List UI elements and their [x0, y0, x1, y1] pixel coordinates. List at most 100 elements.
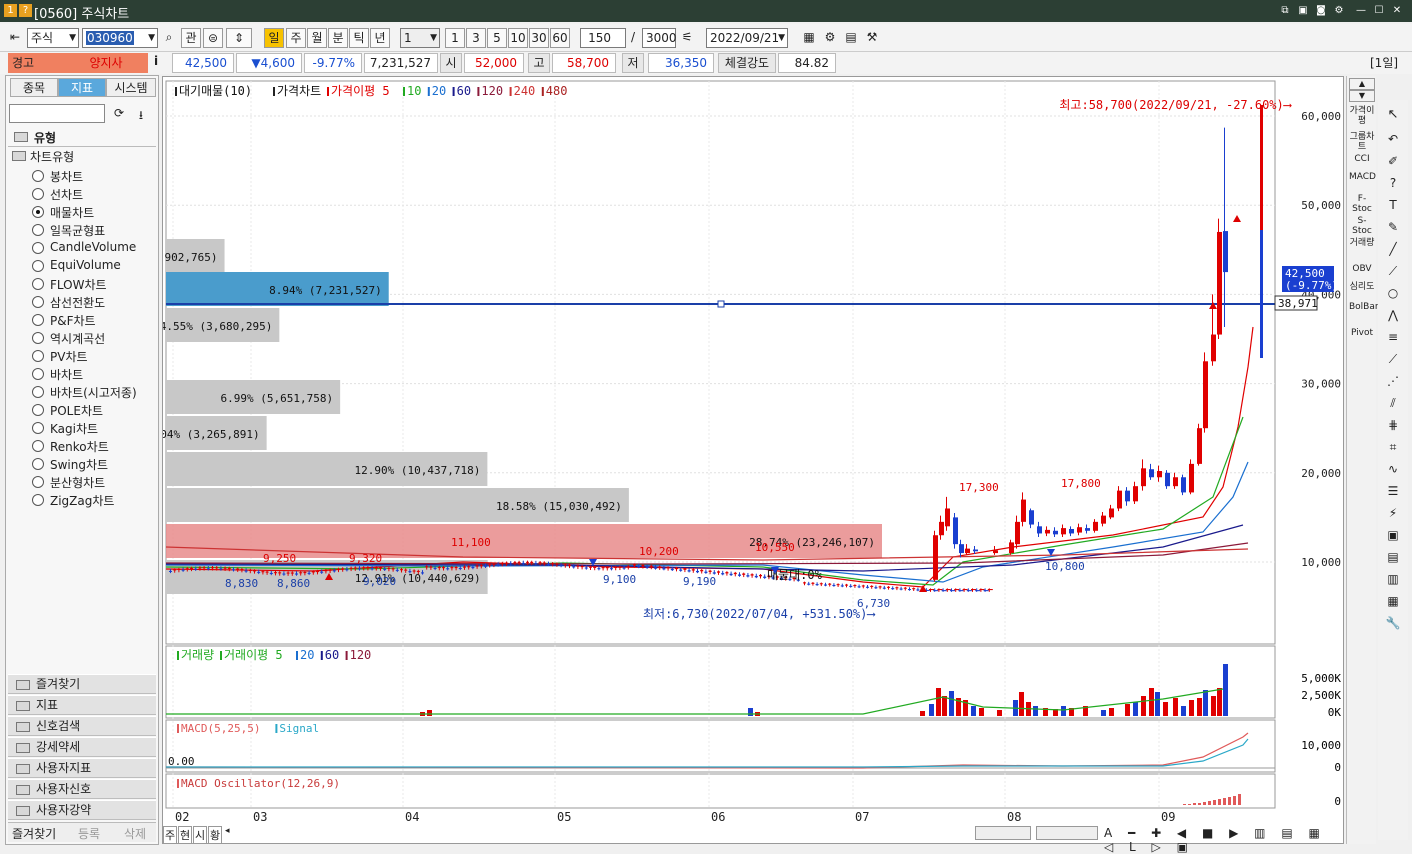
count-input[interactable]: 150	[580, 28, 626, 48]
period-week[interactable]: 주	[286, 28, 306, 48]
wave-icon[interactable]: ⋀	[1380, 309, 1406, 321]
chart-type-radio[interactable]	[32, 314, 44, 326]
tab-scroll-left-icon[interactable]: ◂	[225, 826, 237, 836]
interval-5[interactable]: 5	[487, 28, 507, 48]
auto-icon[interactable]: ⚡	[1380, 507, 1406, 519]
stock-name[interactable]: 양지사	[64, 53, 148, 73]
chart-type-radio[interactable]	[32, 404, 44, 416]
folder-item[interactable]: 사용자강약	[8, 800, 156, 820]
indicator-tool[interactable]: 심리도	[1349, 282, 1375, 292]
gwan-button[interactable]: 관	[181, 28, 201, 48]
period-day[interactable]: 일	[264, 28, 284, 48]
chart-type-radio[interactable]	[32, 260, 44, 272]
eraser-icon[interactable]: ✐	[1380, 155, 1406, 167]
doc-icon[interactable]: ▤	[1380, 551, 1406, 563]
interval-select[interactable]: 1 ▼	[400, 28, 440, 48]
tile-icon[interactable]: ⧉	[1278, 4, 1292, 18]
chart-type-radio[interactable]	[32, 224, 44, 236]
folder-item[interactable]: 강세약세	[8, 737, 156, 757]
first-icon[interactable]: ⇤	[6, 28, 24, 48]
fibo-icon[interactable]: ≡	[1380, 331, 1406, 343]
chart-type-radio[interactable]	[32, 242, 44, 254]
interval-10[interactable]: 10	[508, 28, 528, 48]
help-icon[interactable]: ?	[19, 4, 32, 17]
interval-3[interactable]: 3	[466, 28, 486, 48]
wrench-icon[interactable]: 🔧	[1380, 617, 1406, 629]
filter-input[interactable]	[9, 104, 105, 123]
tab-stock[interactable]: 종목	[10, 78, 58, 97]
line-icon[interactable]: ╱	[1380, 243, 1406, 255]
text-icon[interactable]: T	[1380, 199, 1406, 211]
save-icon[interactable]: ▣	[1296, 4, 1310, 18]
level-icon[interactable]: ☰	[1380, 485, 1406, 497]
search-icon[interactable]: ⌕	[160, 28, 178, 48]
interval-1[interactable]: 1	[445, 28, 465, 48]
chart-type-item[interactable]: PV차트	[50, 348, 88, 365]
pointer-icon[interactable]: ↖	[1380, 108, 1406, 121]
print-icon[interactable]: ▤	[842, 28, 860, 48]
chart-type-radio[interactable]	[32, 170, 44, 182]
indicator-tool[interactable]: S-Stoc	[1349, 216, 1375, 236]
chart-type-item[interactable]: 삼선전환도	[50, 294, 105, 311]
gear-icon[interactable]: ⚙	[821, 28, 839, 48]
indicator-tool[interactable]: F-Stoc	[1349, 194, 1375, 214]
tab-hyun[interactable]: 현	[178, 826, 192, 844]
folder-item[interactable]: 지표	[8, 695, 156, 715]
info-icon[interactable]: i	[154, 54, 166, 68]
period-year[interactable]: 년	[370, 28, 390, 48]
ray-icon[interactable]: ⟋	[1380, 265, 1406, 277]
folder-item[interactable]: 사용자신호	[8, 779, 156, 799]
close-icon[interactable]: ✕	[1390, 4, 1404, 18]
period-month[interactable]: 월	[307, 28, 327, 48]
bar-tool-icon[interactable]: ▥	[1380, 573, 1406, 585]
fan-icon[interactable]: ⋰	[1380, 375, 1406, 387]
tree-title[interactable]: 차트유형	[30, 148, 74, 165]
bottom-tab-delete[interactable]: 삭제	[124, 825, 160, 842]
chart-type-radio[interactable]	[32, 458, 44, 470]
chart-type-item[interactable]: POLE차트	[50, 402, 103, 419]
indicator-tool[interactable]: OBV	[1349, 264, 1375, 274]
chart-type-radio[interactable]	[32, 476, 44, 488]
chart-type-item[interactable]: P&F차트	[50, 312, 96, 329]
tools-icon[interactable]: ⚒	[863, 28, 881, 48]
gann-icon[interactable]: ⟋	[1380, 353, 1406, 365]
chart-type-item[interactable]: 봉차트	[50, 168, 83, 185]
chart-type-item[interactable]: 바차트(시고저종)	[50, 384, 137, 401]
indicator-tool[interactable]: 거래량	[1349, 238, 1375, 248]
date-input[interactable]: 2022/09/21 ▼	[706, 28, 788, 48]
chart-type-item[interactable]: 바차트	[50, 366, 83, 383]
tab-si[interactable]: 시	[193, 826, 207, 844]
chart-type-radio[interactable]	[32, 278, 44, 290]
download-icon[interactable]: ⭳	[132, 106, 150, 122]
chart-type-item[interactable]: FLOW차트	[50, 276, 107, 293]
chart-type-radio[interactable]	[32, 332, 44, 344]
market-select[interactable]: 주식 ▼	[27, 28, 79, 48]
indicator-tool[interactable]: CCI	[1349, 154, 1375, 164]
chart-type-radio[interactable]	[32, 422, 44, 434]
scroll-up-icon[interactable]: ▲	[1349, 78, 1375, 90]
tab-hwang[interactable]: 황	[208, 826, 222, 844]
chart-type-item[interactable]: 일목균형표	[50, 222, 105, 239]
maximize-icon[interactable]: ☐	[1372, 4, 1386, 18]
interval-30[interactable]: 30	[529, 28, 549, 48]
nav-controls[interactable]: A ━ ✚ ◀ ■ ▶ ▥ ▤ ▦ ◁ L ▷ ▣	[1104, 826, 1344, 854]
total-input[interactable]: 3000	[642, 28, 677, 48]
folder-item[interactable]: 사용자지표	[8, 758, 156, 778]
chart-svg[interactable]: 60,00050,00040,00030,00020,00010,00002 03…	[105, 77, 1345, 845]
pen-icon[interactable]: ✎	[1380, 221, 1406, 233]
channel-icon[interactable]: ⫽	[1380, 397, 1406, 409]
zigzag-icon[interactable]: ∿	[1380, 463, 1406, 475]
code-input[interactable]: 030960 ▼	[82, 28, 158, 48]
folder-item[interactable]: 신호검색	[8, 716, 156, 736]
updown-icon[interactable]: ⇕	[226, 28, 252, 48]
indicator-tool[interactable]: MACD	[1349, 172, 1376, 182]
chart-area[interactable]: 60,000 50,000 40,000 30,000 20,000 10,000 02 03…	[105, 76, 1345, 845]
chart-type-radio[interactable]	[32, 296, 44, 308]
interval-60[interactable]: 60	[550, 28, 570, 48]
cross-tool-icon[interactable]: ⌗	[1380, 441, 1406, 453]
indicator-tool[interactable]: 그룹차트	[1349, 132, 1375, 152]
chart-type-item[interactable]: CandleVolume	[50, 240, 136, 254]
chart-type-radio[interactable]	[32, 206, 44, 218]
chart-type-item[interactable]: 선차트	[50, 186, 83, 203]
indicator-tool[interactable]: 가격이평	[1349, 106, 1375, 126]
